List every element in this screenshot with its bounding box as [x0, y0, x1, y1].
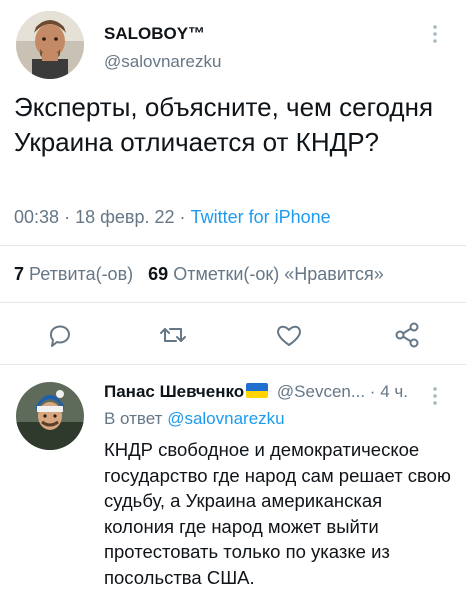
tweet-text: Эксперты, объясните, чем сегодня Украина… — [14, 92, 434, 157]
reply-icon[interactable] — [44, 320, 74, 350]
author-display-name[interactable]: SALOBOY™ — [104, 24, 205, 44]
in-reply-prefix: В ответ — [104, 409, 163, 428]
tweet-date[interactable]: 18 февр. 22 — [75, 207, 174, 227]
reply-time[interactable]: 4 ч. — [380, 382, 408, 401]
more-options-icon[interactable] — [431, 24, 439, 46]
heart-icon[interactable] — [274, 320, 304, 350]
share-icon[interactable] — [392, 320, 422, 350]
likes-stat[interactable]: 69 Отметки(-ок) «Нравится» — [148, 264, 384, 284]
tweet-stats: 7 Ретвита(-ов) 69 Отметки(-ок) «Нравится… — [14, 264, 384, 285]
retweets-count: 7 — [14, 264, 25, 284]
likes-label: Отметки(-ок) «Нравится» — [173, 264, 384, 284]
tweet-source[interactable]: Twitter for iPhone — [191, 207, 331, 227]
author-avatar[interactable] — [16, 11, 84, 79]
retweet-icon[interactable] — [158, 320, 188, 350]
reply-author-avatar[interactable] — [16, 382, 84, 450]
reply-separator: · — [369, 382, 376, 401]
tweet-meta: 00:38 · 18 февр. 22 · Twitter for iPhone — [14, 207, 331, 228]
reply-more-options-icon[interactable] — [431, 386, 439, 408]
action-bar — [0, 316, 466, 356]
divider — [0, 364, 466, 365]
author-handle[interactable]: @salovnarezku — [104, 52, 221, 72]
likes-count: 69 — [148, 264, 169, 284]
divider — [0, 245, 466, 246]
reply-text: КНДР свободное и демократическое государ… — [104, 439, 451, 588]
ukraine-flag-icon — [246, 383, 269, 398]
retweets-label: Ретвита(-ов) — [29, 264, 134, 284]
meta-separator: · — [64, 207, 71, 227]
divider — [0, 302, 466, 303]
reply-header: Панас Шевченко @Sevcen... · 4 ч. — [104, 382, 408, 402]
in-reply-to: В ответ @salovnarezku — [104, 409, 285, 429]
meta-separator: · — [179, 207, 186, 227]
tweet-time[interactable]: 00:38 — [14, 207, 59, 227]
reply-handle[interactable]: @Sevcen... — [277, 382, 365, 401]
retweets-stat[interactable]: 7 Ретвита(-ов) — [14, 264, 133, 284]
in-reply-mention[interactable]: @salovnarezku — [167, 409, 284, 428]
reply-display-name[interactable]: Панас Шевченко — [104, 382, 244, 401]
